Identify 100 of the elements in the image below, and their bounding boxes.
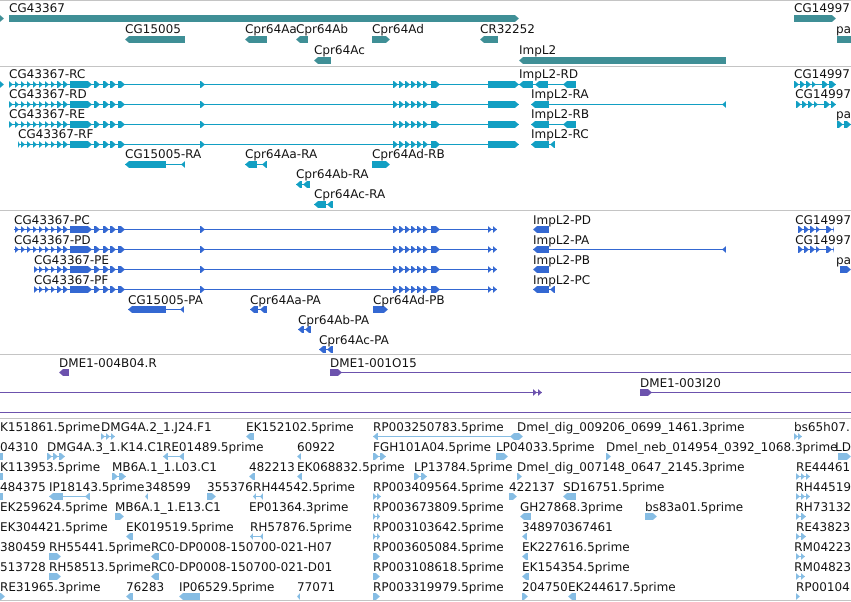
protein-glyph[interactable]	[298, 326, 311, 333]
est-glyph[interactable]	[0, 473, 3, 480]
protein-glyph[interactable]	[840, 266, 851, 273]
protein-glyph[interactable]	[14, 246, 497, 253]
gene-bar[interactable]	[372, 36, 390, 43]
est-glyph[interactable]	[0, 453, 3, 460]
est-glyph[interactable]	[0, 493, 3, 500]
est-glyph[interactable]	[49, 553, 61, 560]
est-glyph[interactable]	[373, 453, 386, 460]
est-glyph[interactable]	[47, 453, 65, 460]
est-glyph[interactable]	[249, 473, 255, 480]
est-glyph[interactable]	[796, 593, 800, 600]
est-glyph[interactable]	[838, 453, 851, 460]
est-glyph[interactable]	[522, 593, 528, 600]
protein-glyph[interactable]	[128, 306, 184, 313]
est-glyph[interactable]	[496, 453, 508, 460]
transcript-glyph[interactable]	[794, 81, 836, 88]
clone-glyph[interactable]	[59, 369, 69, 376]
protein-glyph[interactable]	[14, 226, 497, 233]
est-glyph[interactable]	[373, 593, 380, 600]
transcript-glyph[interactable]	[0, 81, 4, 88]
est-glyph[interactable]	[112, 473, 126, 480]
transcript-glyph[interactable]	[796, 101, 836, 108]
protein-glyph[interactable]	[533, 226, 549, 233]
est-glyph[interactable]	[151, 553, 159, 560]
est-glyph[interactable]	[126, 533, 133, 540]
est-glyph[interactable]	[0, 593, 5, 600]
transcript-glyph[interactable]	[245, 161, 267, 168]
protein-glyph[interactable]	[34, 286, 497, 293]
est-glyph[interactable]	[515, 433, 523, 440]
transcript-glyph[interactable]	[9, 101, 519, 108]
transcript-glyph[interactable]	[837, 121, 851, 128]
gene-bar[interactable]	[0, 15, 4, 22]
est-glyph[interactable]	[373, 573, 380, 580]
est-glyph[interactable]	[796, 473, 810, 480]
est-glyph[interactable]	[49, 493, 90, 500]
clone-glyph[interactable]	[330, 369, 851, 376]
protein-glyph[interactable]	[533, 286, 555, 293]
est-glyph[interactable]	[115, 513, 124, 520]
gene-bar[interactable]	[314, 57, 331, 64]
est-glyph[interactable]	[179, 593, 200, 600]
est-glyph[interactable]	[250, 533, 263, 540]
est-glyph[interactable]	[373, 513, 380, 520]
est-glyph[interactable]	[563, 493, 576, 500]
protein-glyph[interactable]	[798, 246, 834, 253]
gene-bar[interactable]	[125, 36, 185, 43]
transcript-glyph[interactable]	[9, 121, 519, 128]
est-glyph[interactable]	[145, 493, 148, 500]
est-glyph[interactable]	[414, 473, 427, 480]
protein-glyph[interactable]	[533, 266, 549, 273]
transcript-glyph[interactable]	[531, 141, 555, 148]
est-glyph[interactable]	[163, 453, 184, 460]
clone-glyph[interactable]	[0, 389, 542, 396]
est-glyph[interactable]	[246, 433, 254, 440]
est-glyph[interactable]	[522, 553, 528, 560]
protein-glyph[interactable]	[533, 246, 726, 253]
est-glyph[interactable]	[297, 473, 302, 480]
est-glyph[interactable]	[517, 473, 522, 480]
transcript-glyph[interactable]	[314, 201, 333, 208]
gene-bar[interactable]	[794, 15, 836, 22]
protein-glyph[interactable]	[34, 266, 497, 273]
gene-bar[interactable]	[480, 36, 498, 43]
est-glyph[interactable]	[794, 433, 802, 440]
transcript-glyph[interactable]	[296, 181, 310, 188]
est-glyph[interactable]	[606, 453, 611, 460]
est-glyph[interactable]	[49, 573, 61, 580]
protein-glyph[interactable]	[373, 306, 388, 313]
transcript-glyph[interactable]	[372, 161, 390, 168]
est-glyph[interactable]	[207, 493, 216, 500]
est-glyph[interactable]	[796, 493, 810, 500]
protein-glyph[interactable]	[798, 226, 834, 233]
protein-glyph[interactable]	[319, 346, 333, 353]
est-glyph[interactable]	[373, 533, 380, 540]
est-glyph[interactable]	[126, 593, 133, 600]
est-glyph[interactable]	[796, 573, 805, 580]
transcript-glyph[interactable]	[531, 121, 576, 128]
transcript-glyph[interactable]	[519, 81, 576, 88]
clone-glyph[interactable]	[640, 389, 851, 396]
protein-glyph[interactable]	[250, 306, 267, 313]
est-glyph[interactable]	[522, 533, 527, 540]
est-glyph[interactable]	[373, 553, 380, 560]
est-glyph[interactable]	[522, 573, 529, 580]
est-glyph[interactable]	[568, 593, 576, 600]
est-glyph[interactable]	[253, 493, 263, 500]
transcript-glyph[interactable]	[531, 101, 726, 108]
est-glyph[interactable]	[297, 453, 301, 460]
gene-bar[interactable]	[296, 36, 308, 43]
est-glyph[interactable]	[645, 513, 657, 520]
est-glyph[interactable]	[796, 553, 805, 560]
gene-bar[interactable]	[245, 36, 267, 43]
transcript-glyph[interactable]	[125, 161, 185, 168]
est-glyph[interactable]	[509, 493, 517, 500]
est-glyph[interactable]	[297, 593, 300, 600]
est-glyph[interactable]	[520, 513, 531, 520]
est-glyph[interactable]	[796, 513, 806, 520]
est-glyph[interactable]	[151, 573, 159, 580]
est-glyph[interactable]	[796, 533, 806, 540]
transcript-glyph[interactable]	[18, 141, 519, 148]
est-glyph[interactable]	[373, 493, 381, 500]
est-glyph[interactable]	[101, 433, 115, 440]
